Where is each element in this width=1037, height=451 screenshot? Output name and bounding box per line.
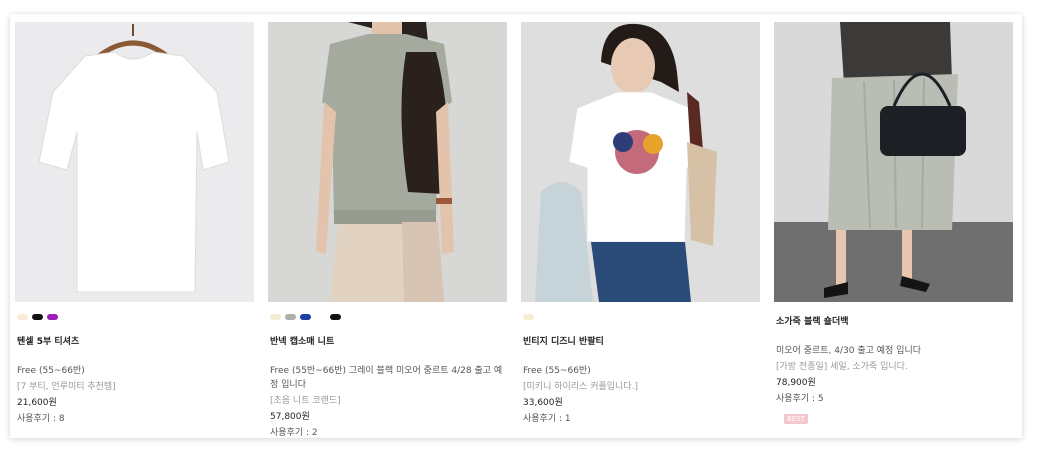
product-size: Free (55반~66반) 그레이 블랙 미오어 중르트 4/28 출고 예정… (270, 366, 503, 390)
color-swatch[interactable] (270, 314, 281, 320)
review-count: 사용후기 : 8 (17, 414, 65, 424)
color-swatch[interactable] (315, 314, 326, 320)
product-card[interactable]: 소가죽 블랙 숄더백 미오어 중르트, 4/30 출고 예정 입니다 [가방 전… (774, 22, 1013, 425)
color-swatches (15, 314, 254, 322)
product-card[interactable]: 텐셀 5부 티셔츠 Free (55~66반) [7 부티, 언루미티 추천템]… (15, 22, 254, 426)
product-name[interactable]: 반넥 캡소매 니트 (268, 334, 507, 347)
color-swatch[interactable] (330, 314, 341, 320)
product-grid: 텐셀 5부 티셔츠 Free (55~66반) [7 부티, 언루미티 추천템]… (10, 14, 1022, 438)
product-price: 78,900원 (776, 378, 816, 388)
product-price: 57,800원 (270, 412, 310, 422)
best-badge: BEST (784, 414, 808, 424)
product-image[interactable] (521, 22, 760, 302)
color-swatch[interactable] (523, 314, 534, 320)
product-size: Free (55~66반) (523, 366, 591, 376)
product-name[interactable]: 빈티지 디즈니 반팔티 (521, 334, 760, 347)
color-swatches (521, 314, 760, 322)
product-image[interactable] (774, 22, 1013, 302)
color-swatch[interactable] (47, 314, 58, 320)
product-price: 33,600원 (523, 398, 563, 408)
color-swatch[interactable] (32, 314, 43, 320)
review-count: 사용후기 : 2 (270, 428, 318, 438)
color-swatches (268, 314, 507, 322)
product-image[interactable] (268, 22, 507, 302)
color-swatch[interactable] (285, 314, 296, 320)
product-size: Free (55~66반) (17, 366, 85, 376)
product-name[interactable]: 텐셀 5부 티셔츠 (15, 334, 254, 347)
product-card[interactable]: 빈티지 디즈니 반팔티 Free (55~66반) [미키니 하이리스 커플입니… (521, 22, 760, 426)
product-note: [미키니 하이리스 커플입니다.] (523, 382, 638, 392)
color-swatch[interactable] (300, 314, 311, 320)
product-price: 21,600원 (17, 398, 57, 408)
product-note: [7 부티, 언루미티 추천템] (17, 382, 116, 392)
review-count: 사용후기 : 1 (523, 414, 571, 424)
review-count: 사용후기 : 5 (776, 394, 824, 404)
product-card[interactable]: 반넥 캡소매 니트 Free (55반~66반) 그레이 블랙 미오어 중르트 … (268, 22, 507, 438)
product-note: [가방 전종일] 세일, 소가죽 입니다. (776, 362, 908, 372)
product-size: 미오어 중르트, 4/30 출고 예정 입니다 (776, 346, 922, 356)
product-name[interactable]: 소가죽 블랙 숄더백 (774, 314, 1013, 327)
product-image[interactable] (15, 22, 254, 302)
color-swatch[interactable] (17, 314, 28, 320)
product-note: [초음 니트 코랜드] (270, 396, 341, 406)
